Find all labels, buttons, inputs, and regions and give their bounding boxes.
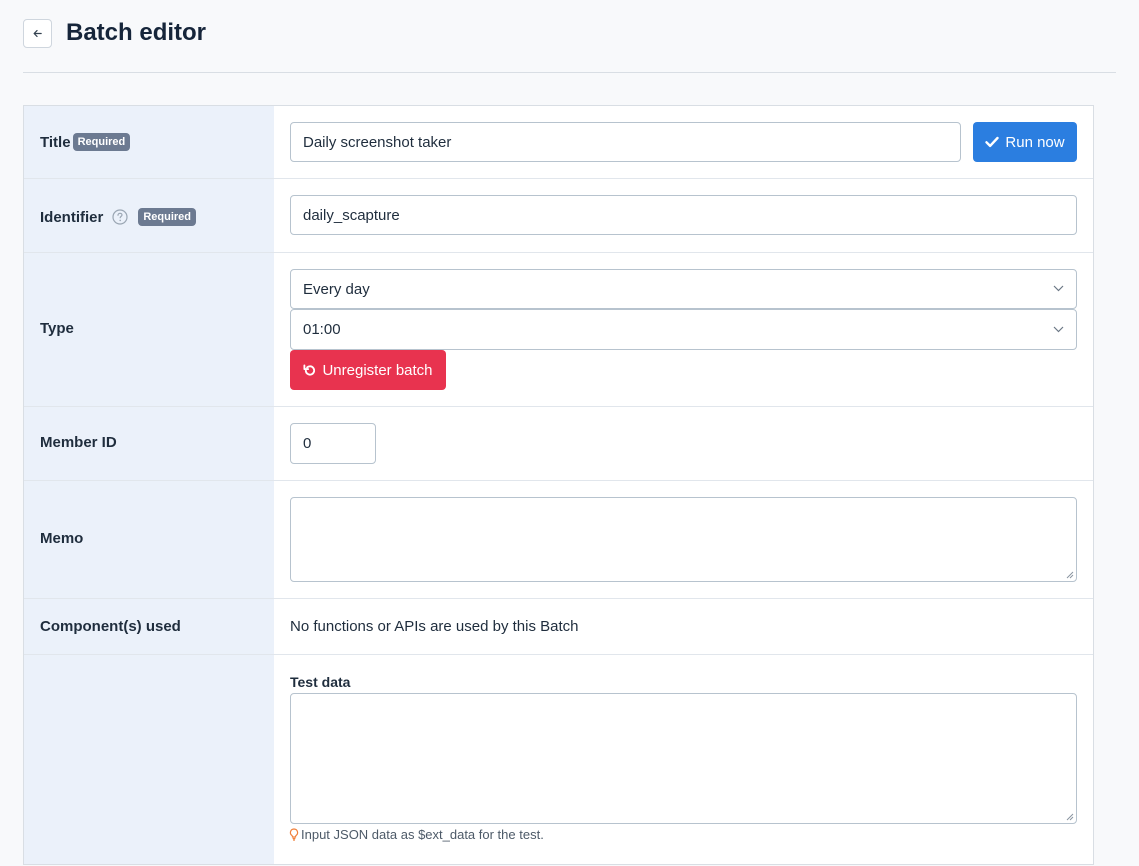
components-label: Component(s) used <box>40 618 181 635</box>
undo-icon <box>303 363 316 376</box>
run-now-label: Run now <box>1005 133 1065 151</box>
member-id-label: Member ID <box>40 434 117 451</box>
page-title: Batch editor <box>66 19 207 46</box>
arrow-left-icon <box>33 29 42 37</box>
batch-form: Title Required Daily screenshot taker Ru… <box>23 105 1094 865</box>
test-data-textarea[interactable] <box>290 693 1077 824</box>
type-row: Type Every day 01:00 Unregister batch <box>24 253 1093 407</box>
title-label-group: Title Required <box>40 133 131 151</box>
check-icon <box>985 136 1000 148</box>
identifier-label-group: Identifier Required <box>40 208 197 226</box>
identifier-row: Identifier Required daily_scapture <box>24 179 1093 253</box>
run-now-button[interactable]: Run now <box>973 122 1077 162</box>
member-id-value: 0 <box>303 435 312 452</box>
components-text: No functions or APIs are used by this Ba… <box>290 618 579 635</box>
test-data-hint: Input JSON data as $ext_data for the tes… <box>289 827 544 842</box>
page-header: Batch editor <box>23 17 206 49</box>
type-label: Type <box>40 320 74 337</box>
title-input-value: Daily screenshot taker <box>303 133 452 151</box>
test-data-hint-text: Input JSON data as $ext_data for the tes… <box>301 827 544 842</box>
frequency-select-value: Every day <box>303 280 370 298</box>
unregister-label: Unregister batch <box>322 361 433 379</box>
identifier-input[interactable]: daily_scapture <box>290 195 1077 235</box>
resize-grip-icon[interactable] <box>1066 813 1074 821</box>
memo-row: Memo <box>24 481 1093 599</box>
test-data-label: Test data <box>290 674 351 690</box>
frequency-select[interactable]: Every day <box>290 269 1077 309</box>
identifier-input-value: daily_scapture <box>303 206 400 224</box>
chevron-down-icon <box>1053 326 1064 332</box>
unregister-batch-button[interactable]: Unregister batch <box>290 350 446 390</box>
time-select[interactable]: 01:00 <box>290 309 1077 350</box>
components-row: Component(s) used No functions or APIs a… <box>24 599 1093 655</box>
identifier-label: Identifier <box>40 208 104 226</box>
chevron-down-icon <box>1053 285 1064 292</box>
memo-textarea[interactable] <box>290 497 1077 582</box>
required-badge: Required <box>138 208 197 226</box>
title-input[interactable]: Daily screenshot taker <box>290 122 961 162</box>
member-id-row: Member ID 0 <box>24 407 1093 481</box>
memo-label: Memo <box>40 530 84 547</box>
title-row: Title Required Daily screenshot taker Ru… <box>24 106 1093 179</box>
required-badge: Required <box>72 133 131 151</box>
resize-grip-icon[interactable] <box>1066 571 1074 579</box>
back-button[interactable] <box>23 18 52 48</box>
time-select-value: 01:00 <box>303 321 341 338</box>
question-circle-icon <box>112 209 128 225</box>
header-divider <box>23 72 1116 73</box>
title-label: Title <box>40 133 71 151</box>
test-data-row: Test data Input JSON data as $ext_data f… <box>24 655 1093 866</box>
member-id-input[interactable]: 0 <box>290 423 376 464</box>
lightbulb-icon <box>289 828 299 841</box>
help-icon[interactable] <box>112 209 128 225</box>
